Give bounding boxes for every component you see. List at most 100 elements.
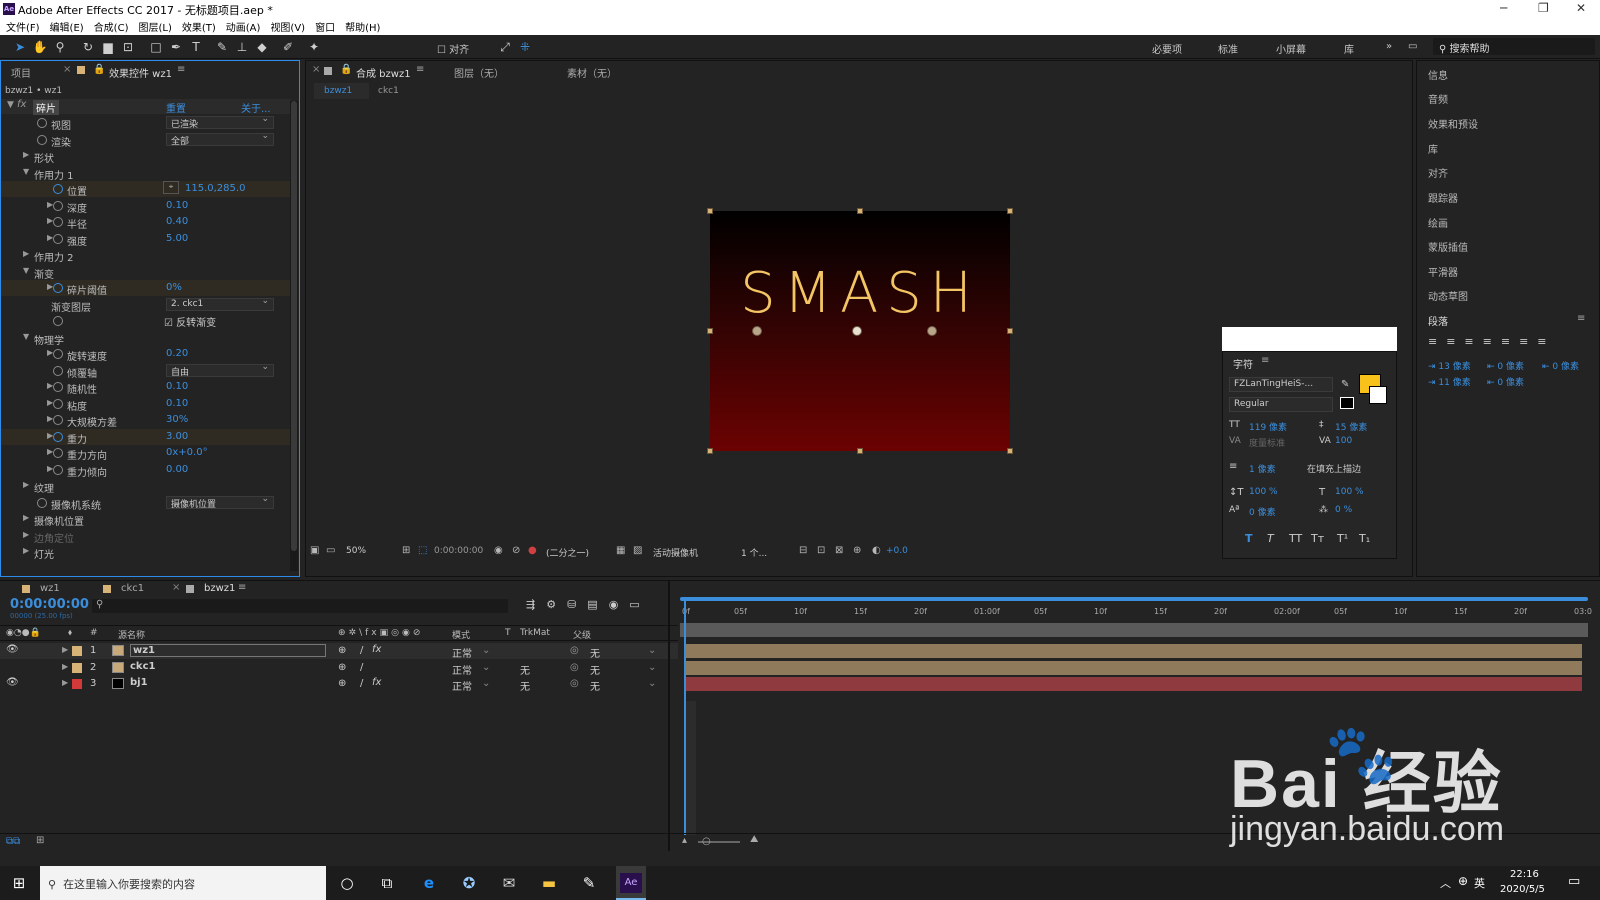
effect-property-row[interactable]: ▶ 旋转速度 0.20 — [1, 346, 291, 363]
visibility-eye-icon[interactable]: 👁 — [6, 677, 19, 688]
align-checkbox[interactable]: ☐ 对齐 — [437, 41, 469, 56]
font-style-dropdown[interactable]: Regular — [1229, 397, 1333, 412]
stopwatch-icon[interactable] — [53, 316, 63, 326]
effect-property-row[interactable]: 摄像机系统 摄像机位置 — [1, 494, 291, 512]
toggle-switches-icon[interactable]: ⧉⧉ — [6, 836, 20, 847]
effect-property-row[interactable]: ▼ 作用力 1 — [1, 165, 291, 182]
effect-name[interactable]: 碎片 — [33, 100, 59, 115]
shy-switch-icon[interactable]: ⊕ — [338, 662, 346, 673]
safe-margins-icon[interactable]: ⊞ — [402, 545, 410, 556]
after-effects-taskbar-button[interactable]: Ae — [616, 866, 646, 900]
effect-property-row[interactable]: ▶ 灯光 — [1, 544, 291, 561]
stopwatch-icon[interactable] — [53, 184, 63, 194]
pen-tool-icon[interactable]: ✒ — [168, 39, 184, 55]
pickwhip-icon[interactable]: ◎ — [570, 678, 579, 689]
layer-row[interactable]: ▶ 2 ckc1 ⊕ / 正常 ⌄ 无 ◎ 无 ⌄ — [0, 660, 678, 677]
view-layout-dropdown[interactable]: 1 个... — [741, 546, 767, 559]
collapse-effect-icon[interactable]: ▼ — [7, 100, 14, 110]
menu-help[interactable]: 帮助(H) — [345, 19, 380, 34]
fx-switch-icon[interactable]: fx — [372, 677, 381, 688]
stopwatch-icon[interactable] — [53, 217, 63, 227]
tab-bzwz1[interactable]: bzwz1 — [204, 583, 235, 594]
property-value[interactable]: 0.10 — [166, 398, 188, 409]
panel-menu-icon[interactable]: ≡ — [238, 582, 246, 593]
faux-italic-button[interactable]: T — [1267, 532, 1274, 545]
ime-indicator[interactable]: 英 — [1474, 875, 1485, 891]
subscript-button[interactable]: T₁ — [1359, 532, 1370, 545]
property-dropdown[interactable]: 摄像机位置 — [166, 494, 274, 510]
layer-mode-dropdown[interactable]: 正常 — [452, 662, 472, 677]
work-area-bar[interactable] — [680, 597, 1588, 601]
col-source-name[interactable]: 源名称 — [118, 628, 145, 641]
layer-name[interactable]: bj1 — [130, 677, 148, 688]
effect-property-row[interactable]: ▶ 粘度 0.10 — [1, 396, 291, 413]
shy-switch-icon[interactable]: ⊕ — [338, 678, 346, 689]
layer-mode-dropdown[interactable]: 正常 — [452, 645, 472, 660]
mode-chevron-icon[interactable]: ⌄ — [482, 645, 490, 656]
effect-property-row[interactable]: 渲染 全部 — [1, 131, 291, 149]
menu-animation[interactable]: 动画(A) — [226, 19, 261, 34]
zoom-in-icon[interactable]: ⛰ — [750, 834, 758, 845]
quality-switch-icon[interactable]: / — [360, 662, 363, 673]
rotate-tool-icon[interactable]: ↻ — [80, 39, 96, 55]
stopwatch-icon[interactable] — [53, 415, 63, 425]
space-after[interactable]: ⇤ 0 像素 — [1487, 375, 1524, 388]
panel-mask-interpolation[interactable]: 蒙版插值 — [1428, 239, 1468, 254]
work-area-track[interactable] — [680, 623, 1588, 637]
workspace-libraries[interactable]: 库 — [1344, 41, 1354, 56]
expand-triangle-icon[interactable]: ▼ — [23, 167, 29, 176]
panel-menu-icon[interactable]: ≡ — [177, 64, 185, 75]
mode-chevron-icon[interactable]: ⌄ — [482, 662, 490, 673]
tab-project[interactable]: 项目 — [11, 65, 31, 80]
expand-layer-icon[interactable]: ▶ — [62, 678, 68, 687]
bbox-handle[interactable] — [1007, 208, 1013, 214]
layer-label-color[interactable] — [72, 679, 82, 689]
panel-tracker[interactable]: 跟踪器 — [1428, 190, 1458, 205]
pan-behind-tool-icon[interactable]: ⊡ — [120, 39, 136, 55]
stopwatch-icon[interactable] — [53, 283, 63, 293]
region-icon[interactable]: ⬚ — [418, 545, 427, 556]
about-button[interactable]: 关于... — [241, 100, 271, 115]
paragraph-align-buttons[interactable]: ≡≡≡≡≡≡≡ — [1428, 335, 1556, 348]
baseline-shift-value[interactable]: 0 像素 — [1249, 505, 1276, 518]
effect-property-row[interactable]: 视图 已渲染 — [1, 115, 291, 132]
fx-switch-icon[interactable]: fx — [372, 644, 381, 655]
zoom-tool-icon[interactable]: ⚲ — [52, 39, 68, 55]
indent-right[interactable]: ⇤ 0 像素 — [1542, 359, 1579, 372]
expand-triangle-icon[interactable]: ▶ — [23, 530, 29, 539]
stopwatch-icon[interactable] — [53, 365, 63, 376]
property-value[interactable]: 3.00 — [166, 431, 188, 442]
parent-dropdown[interactable]: 无 — [590, 662, 600, 677]
channel-icon[interactable]: ● — [528, 545, 537, 556]
font-size-value[interactable]: 119 像素 — [1249, 420, 1287, 433]
hand-tool-icon[interactable]: ✋ — [32, 39, 48, 55]
app-icon[interactable]: ✪ — [458, 872, 480, 894]
layer-row[interactable]: 👁 ▶ 3 bj1 ⊕ / fx 正常 ⌄ 无 ◎ 无 ⌄ — [0, 676, 678, 693]
tab-ckc1[interactable]: ckc1 — [121, 583, 144, 594]
quality-switch-icon[interactable]: / — [360, 678, 363, 689]
tab-wz1[interactable]: wz1 — [40, 583, 60, 594]
timeline-timecode[interactable]: 0:00:00:00 — [10, 597, 89, 612]
stopwatch-icon[interactable] — [37, 497, 47, 508]
show-snapshot-icon[interactable]: ⊘ — [512, 545, 520, 556]
property-value[interactable]: 0% — [166, 282, 182, 293]
layer-name[interactable]: wz1 — [130, 644, 326, 657]
mode-chevron-icon[interactable]: ⌄ — [482, 678, 490, 689]
file-explorer-icon[interactable]: ▬ — [538, 872, 560, 894]
effect-property-row[interactable]: ▶ 随机性 0.10 — [1, 379, 291, 396]
effect-property-row[interactable]: ▶ 深度 0.10 — [1, 198, 291, 215]
layer-label-color[interactable] — [72, 646, 82, 656]
workspace-menu-icon[interactable]: ▭ — [1408, 41, 1417, 52]
tray-chevron-icon[interactable]: ︿ — [1440, 875, 1451, 891]
bbox-handle[interactable] — [707, 208, 713, 214]
parent-chevron-icon[interactable]: ⌄ — [648, 678, 656, 689]
layer-label-color[interactable] — [72, 662, 82, 673]
reset-exposure-icon[interactable]: ⊡ — [817, 545, 825, 556]
bbox-handle[interactable] — [707, 328, 713, 334]
panel-paint[interactable]: 绘画 — [1428, 215, 1448, 230]
zoom-dropdown[interactable]: 50% — [346, 546, 366, 556]
tracking-value[interactable]: 100 — [1335, 436, 1352, 446]
toggle-pixel-aspect-icon[interactable]: ⊟ — [799, 545, 807, 556]
property-value[interactable]: 0.10 — [166, 200, 188, 211]
zoom-slider-thumb[interactable]: ○ — [702, 836, 711, 847]
